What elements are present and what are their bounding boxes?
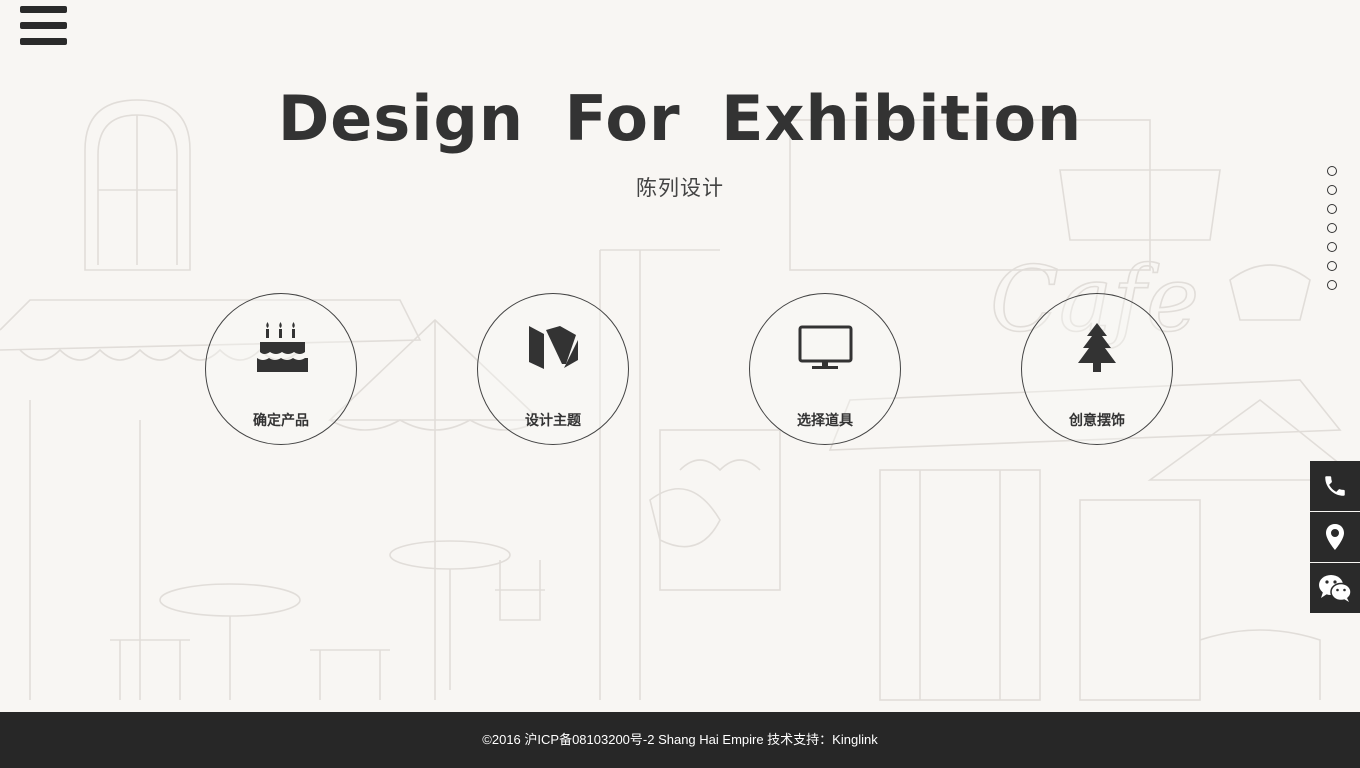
feature-label: 确定产品 (253, 412, 309, 428)
section-dot[interactable] (1327, 261, 1337, 271)
hero-subtitle: 陈列设计 (636, 177, 724, 200)
location-pin-icon (1326, 524, 1344, 550)
feature-label: 设计主题 (525, 412, 581, 428)
feature-label: 创意摆饰 (1069, 412, 1125, 428)
medium-logo-icon (529, 326, 578, 369)
phone-icon (1325, 476, 1345, 496)
hamburger-line (20, 22, 67, 29)
location-button[interactable] (1310, 512, 1360, 562)
tree-icon (1078, 323, 1116, 372)
footer: ©2016 沪ICP备08103200号-2 Shang Hai Empire … (0, 712, 1360, 768)
side-contact-bar (1310, 461, 1360, 614)
section-dot[interactable] (1327, 242, 1337, 252)
hamburger-line (20, 38, 67, 45)
section-dot[interactable] (1327, 204, 1337, 214)
phone-button[interactable] (1310, 461, 1360, 511)
section-dot[interactable] (1327, 223, 1337, 233)
feature-confirm-product[interactable]: 确定产品 (205, 293, 357, 445)
feature-label: 选择道具 (797, 412, 853, 428)
footer-copyright: ©2016 沪ICP备08103200号-2 Shang Hai Empire … (482, 732, 878, 747)
hamburger-menu-button[interactable] (20, 6, 68, 48)
feature-creative-decor[interactable]: 创意摆饰 (1021, 293, 1173, 445)
section-pagination (1327, 166, 1337, 299)
section-dot[interactable] (1327, 185, 1337, 195)
section-dot[interactable] (1327, 166, 1337, 176)
feature-select-props[interactable]: 选择道具 (749, 293, 901, 445)
section-dot[interactable] (1327, 280, 1337, 290)
feature-list: 确定产品 设计主题 选择道具 创意摆饰 (0, 293, 1360, 449)
hero-title: Design For Exhibition (277, 82, 1083, 155)
hamburger-menu-icon (20, 6, 67, 13)
monitor-icon (798, 325, 853, 369)
cake-icon (257, 322, 308, 372)
wechat-icon (1319, 575, 1352, 602)
wechat-button[interactable] (1310, 563, 1360, 613)
feature-design-theme[interactable]: 设计主题 (477, 293, 629, 445)
